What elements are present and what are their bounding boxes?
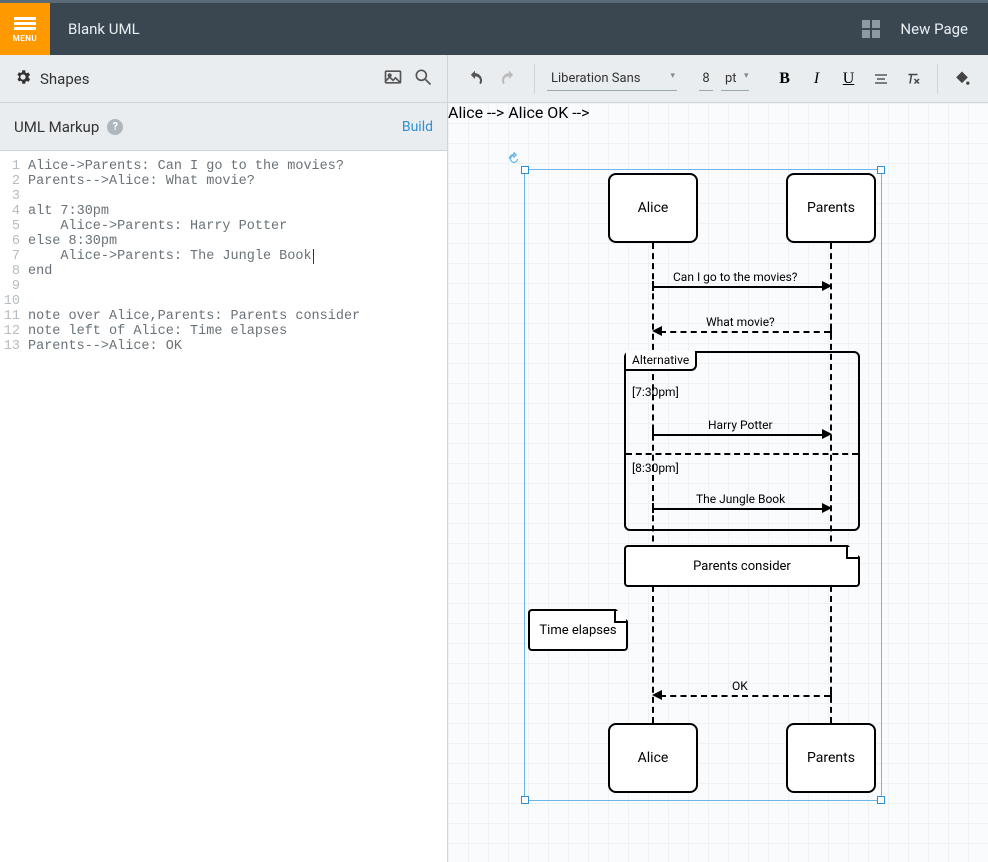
participant-alice-bottom[interactable]: Alice <box>608 723 698 793</box>
left-panel: UML Markup ? Build 1Alice->Parents: Can … <box>0 103 448 862</box>
bold-button[interactable]: B <box>773 67 797 91</box>
shapes-label[interactable]: Shapes <box>40 70 89 88</box>
shapes-panel-header: Shapes <box>0 55 448 102</box>
alt-condition: [7:30pm] <box>632 385 679 399</box>
canvas-toolbar: Liberation Sans 8 pt B I U <box>448 55 988 102</box>
code-line[interactable]: 4alt 7:30pm <box>0 204 447 219</box>
participant-parents-top[interactable]: Parents <box>786 173 876 243</box>
message-arrow[interactable] <box>654 286 824 288</box>
rotate-handle-icon[interactable] <box>507 152 521 166</box>
participant-parents-bottom[interactable]: Parents <box>786 723 876 793</box>
message-arrow[interactable] <box>660 695 830 697</box>
canvas[interactable]: Alice Parents Can I go to the movies? Al… <box>448 103 988 862</box>
align-button[interactable] <box>869 67 893 91</box>
code-line[interactable]: 1Alice->Parents: Can I go to the movies? <box>0 159 447 174</box>
message-label: Harry Potter <box>708 418 773 432</box>
code-line[interactable]: 11note over Alice,Parents: Parents consi… <box>0 309 447 324</box>
markup-header: UML Markup ? Build <box>0 103 447 151</box>
new-page-button[interactable]: New Page <box>900 20 968 38</box>
redo-button[interactable] <box>496 66 522 92</box>
code-line[interactable]: 5 Alice->Parents: Harry Potter <box>0 219 447 234</box>
image-icon[interactable] <box>383 67 403 91</box>
font-family-select[interactable]: Liberation Sans <box>547 67 677 91</box>
markup-title: UML Markup <box>14 118 99 136</box>
message-label: What movie? <box>706 315 775 329</box>
font-unit-select[interactable]: pt <box>721 67 749 91</box>
menu-button[interactable]: MENU <box>0 3 50 55</box>
message-label: Can I go to the movies? <box>673 270 797 284</box>
code-line[interactable]: 12note left of Alice: Time elapses <box>0 324 447 339</box>
note-over[interactable]: Parents consider <box>624 545 860 587</box>
gear-icon[interactable] <box>14 68 32 90</box>
code-line[interactable]: 2Parents-->Alice: What movie? <box>0 174 447 189</box>
undo-button[interactable] <box>462 66 488 92</box>
document-title[interactable]: Blank UML <box>50 3 158 55</box>
search-icon[interactable] <box>413 67 433 91</box>
toolbar: Shapes Liberation Sans 8 pt B I U <box>0 55 988 103</box>
topbar: MENU Blank UML New Page <box>0 0 988 55</box>
code-line[interactable]: 7 Alice->Parents: The Jungle Book <box>0 249 447 264</box>
code-line[interactable]: 10 <box>0 294 447 309</box>
participant-alice-top[interactable]: Alice <box>608 173 698 243</box>
alt-condition: [8:30pm] <box>632 461 679 475</box>
message-arrow[interactable] <box>654 508 824 510</box>
italic-button[interactable]: I <box>805 67 829 91</box>
code-line[interactable]: 6else 8:30pm <box>0 234 447 249</box>
font-size-input[interactable]: 8 <box>699 67 713 91</box>
help-icon[interactable]: ? <box>107 119 123 135</box>
message-arrow[interactable] <box>654 434 824 436</box>
code-line[interactable]: 13Parents-->Alice: OK <box>0 339 447 354</box>
code-line[interactable]: 3 <box>0 189 447 204</box>
message-label: The Jungle Book <box>696 492 785 506</box>
alt-label: Alternative <box>626 351 697 371</box>
underline-button[interactable]: U <box>837 67 861 91</box>
code-line[interactable]: 9 <box>0 279 447 294</box>
alt-divider <box>626 453 858 455</box>
message-arrow[interactable] <box>660 331 830 333</box>
message-label: OK <box>732 679 748 693</box>
clear-format-button[interactable] <box>901 67 925 91</box>
hamburger-icon <box>14 15 36 32</box>
build-button[interactable]: Build <box>402 119 433 135</box>
fill-button[interactable] <box>950 67 974 91</box>
note-left[interactable]: Time elapses <box>528 609 628 651</box>
code-editor[interactable]: 1Alice->Parents: Can I go to the movies?… <box>0 151 447 862</box>
menu-label: MENU <box>13 34 37 43</box>
grid-view-icon[interactable] <box>862 20 880 38</box>
code-line[interactable]: 8end <box>0 264 447 279</box>
